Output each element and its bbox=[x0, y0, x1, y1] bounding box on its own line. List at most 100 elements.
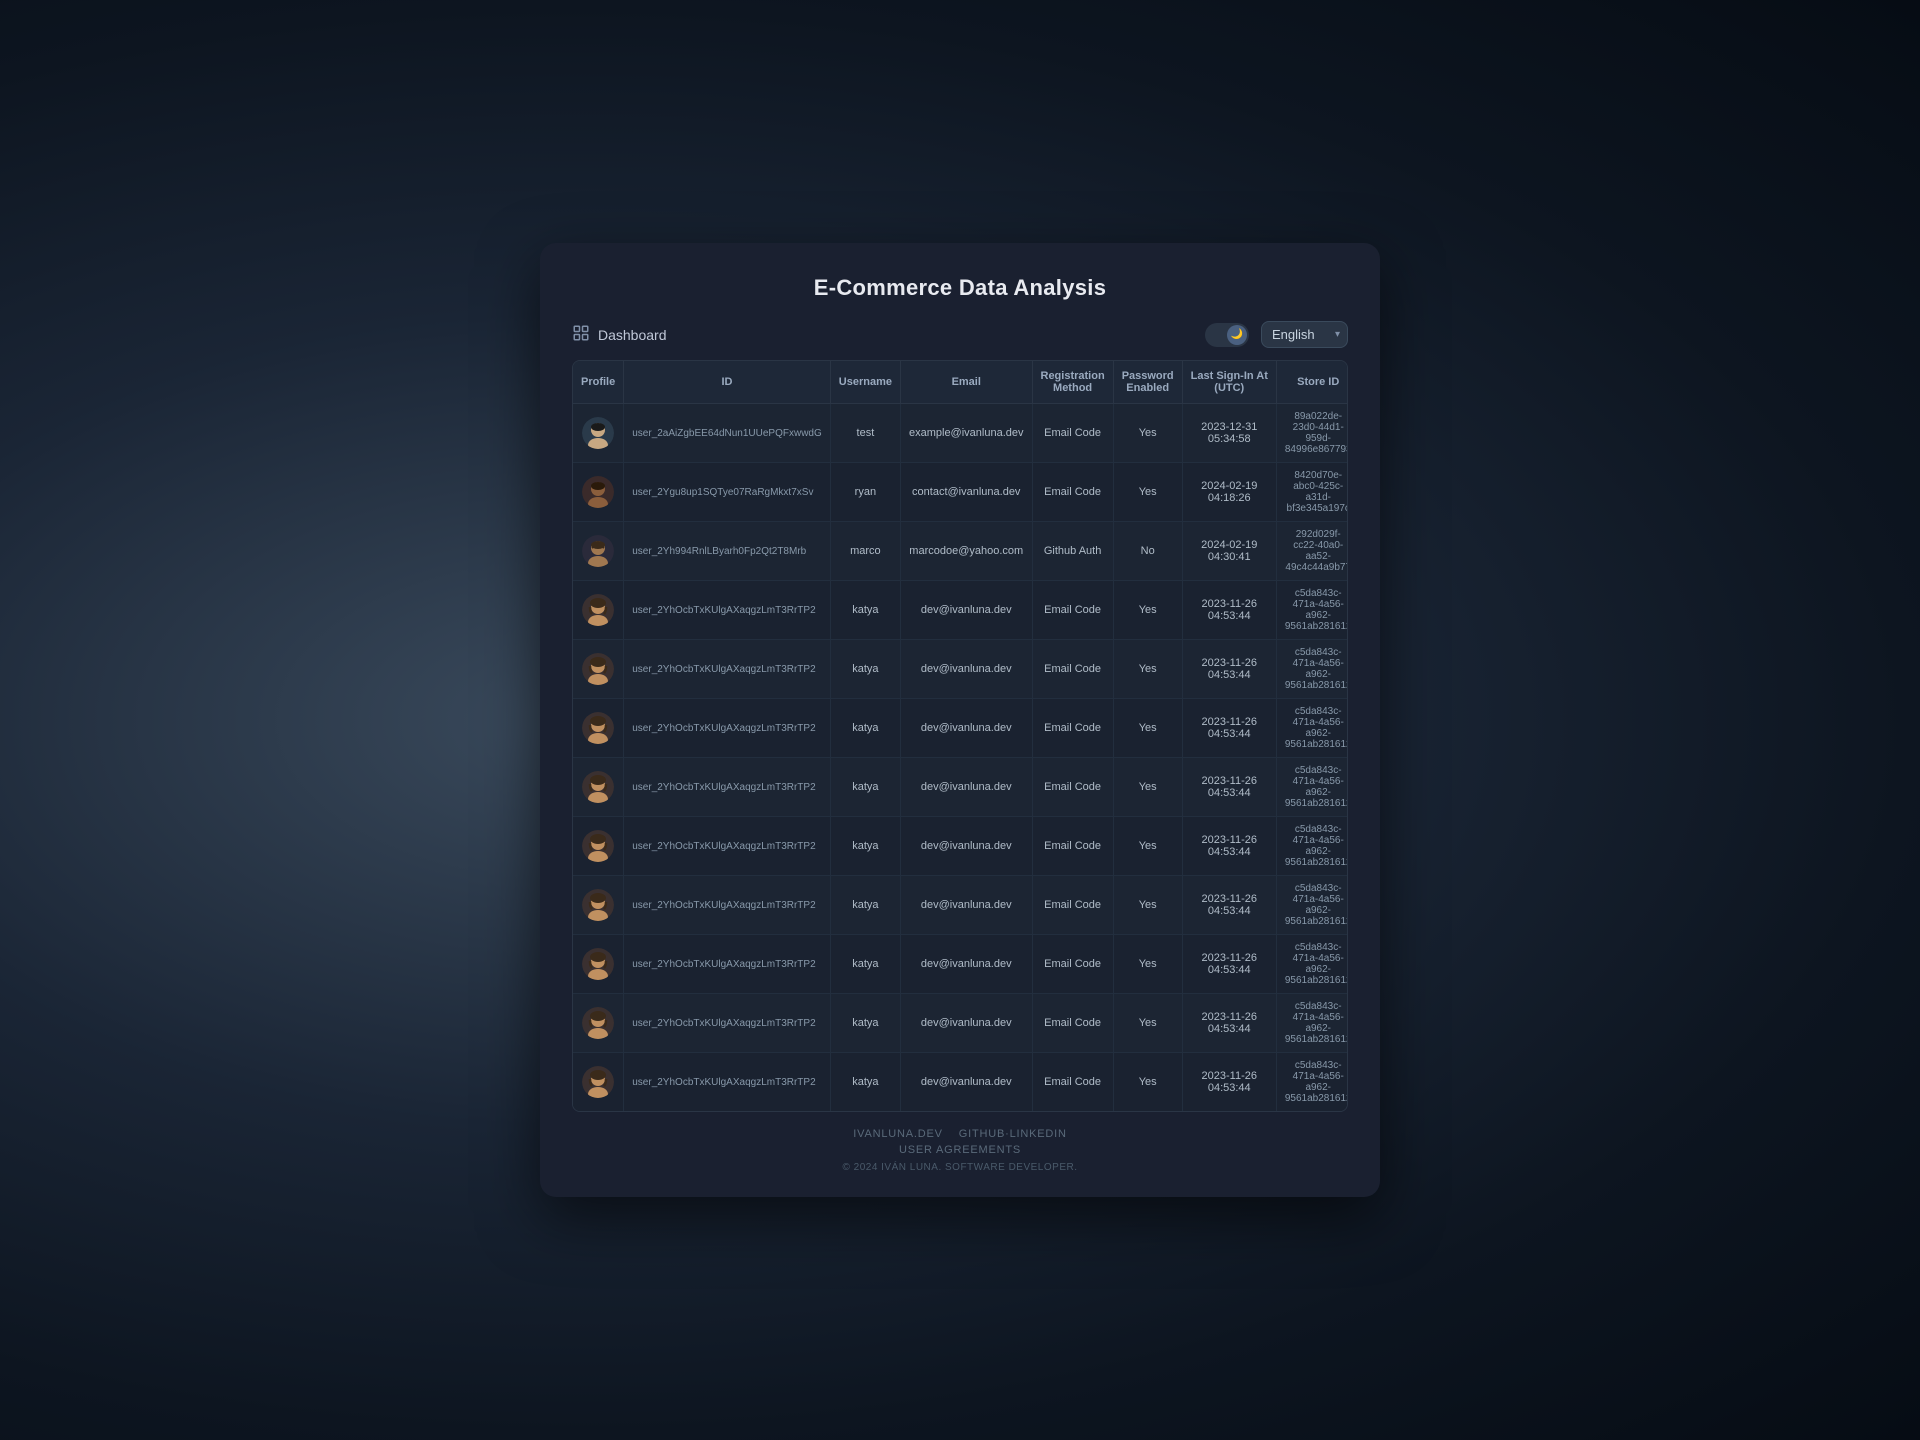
cell-email: dev@ivanluna.dev bbox=[900, 935, 1032, 994]
cell-id: user_2YhOcbTxKUlgAXaqgzLmT3RrTP2 bbox=[624, 581, 831, 640]
cell-id: user_2YhOcbTxKUlgAXaqgzLmT3RrTP2 bbox=[624, 935, 831, 994]
avatar bbox=[582, 594, 614, 626]
cell-password-enabled: No bbox=[1113, 522, 1182, 581]
col-password: PasswordEnabled bbox=[1113, 361, 1182, 404]
cell-store-id: c5da843c-471a-4a56-a962-9561ab281612 bbox=[1276, 640, 1348, 699]
cell-username: katya bbox=[830, 876, 900, 935]
cell-last-signin: 2023-11-26 04:53:44 bbox=[1182, 581, 1276, 640]
col-username: Username bbox=[830, 361, 900, 404]
data-table-wrapper: Profile ID Username Email RegistrationMe… bbox=[572, 360, 1348, 1112]
cell-username: test bbox=[830, 404, 900, 463]
cell-password-enabled: Yes bbox=[1113, 1053, 1182, 1112]
footer-link-user-agreements[interactable]: USER AGREEMENTS bbox=[899, 1144, 1021, 1156]
cell-username: ryan bbox=[830, 463, 900, 522]
cell-store-id: c5da843c-471a-4a56-a962-9561ab281612 bbox=[1276, 994, 1348, 1053]
footer-copyright: © 2024 IVÁN LUNA. SOFTWARE DEVELOPER. bbox=[572, 1162, 1348, 1173]
cell-reg-method: Email Code bbox=[1032, 994, 1113, 1053]
cell-id: user_2YhOcbTxKUlgAXaqgzLmT3RrTP2 bbox=[624, 876, 831, 935]
cell-email: example@ivanluna.dev bbox=[900, 404, 1032, 463]
cell-profile bbox=[573, 935, 624, 994]
avatar bbox=[582, 476, 614, 508]
table-row[interactable]: user_2YhOcbTxKUlgAXaqgzLmT3RrTP2 katya d… bbox=[573, 699, 1348, 758]
cell-last-signin: 2023-11-26 04:53:44 bbox=[1182, 640, 1276, 699]
table-row[interactable]: user_2YhOcbTxKUlgAXaqgzLmT3RrTP2 katya d… bbox=[573, 758, 1348, 817]
table-row[interactable]: user_2Ygu8up1SQTye07RaRgMkxt7xSv ryan co… bbox=[573, 463, 1348, 522]
cell-last-signin: 2023-11-26 04:53:44 bbox=[1182, 758, 1276, 817]
cell-last-signin: 2023-12-31 05:34:58 bbox=[1182, 404, 1276, 463]
avatar bbox=[582, 1007, 614, 1039]
language-selector-wrapper: English Spanish French ▾ bbox=[1261, 321, 1348, 348]
cell-store-id: c5da843c-471a-4a56-a962-9561ab281612 bbox=[1276, 1053, 1348, 1112]
col-reg-method: RegistrationMethod bbox=[1032, 361, 1113, 404]
footer-links: IVANLUNA.DEV GITHUB·LINKEDIN bbox=[572, 1128, 1348, 1140]
cell-reg-method: Email Code bbox=[1032, 758, 1113, 817]
cell-email: dev@ivanluna.dev bbox=[900, 581, 1032, 640]
table-row[interactable]: user_2aAiZgbEE64dNun1UUePQFxwwdG test ex… bbox=[573, 404, 1348, 463]
avatar bbox=[582, 830, 614, 862]
cell-password-enabled: Yes bbox=[1113, 640, 1182, 699]
cell-last-signin: 2023-11-26 04:53:44 bbox=[1182, 994, 1276, 1053]
cell-store-id: c5da843c-471a-4a56-a962-9561ab281612 bbox=[1276, 758, 1348, 817]
cell-password-enabled: Yes bbox=[1113, 876, 1182, 935]
cell-profile bbox=[573, 817, 624, 876]
cell-reg-method: Email Code bbox=[1032, 699, 1113, 758]
table-row[interactable]: user_2YhOcbTxKUlgAXaqgzLmT3RrTP2 katya d… bbox=[573, 581, 1348, 640]
table-row[interactable]: user_2YhOcbTxKUlgAXaqgzLmT3RrTP2 katya d… bbox=[573, 1053, 1348, 1112]
main-card: E-Commerce Data Analysis Dashboard 🌙 Eng… bbox=[540, 243, 1380, 1197]
table-row[interactable]: user_2YhOcbTxKUlgAXaqgzLmT3RrTP2 katya d… bbox=[573, 935, 1348, 994]
cell-store-id: 89a022de-23d0-44d1-959d-84996e867793 bbox=[1276, 404, 1348, 463]
cell-username: katya bbox=[830, 994, 900, 1053]
cell-id: user_2YhOcbTxKUlgAXaqgzLmT3RrTP2 bbox=[624, 640, 831, 699]
col-last-signin: Last Sign-In At(UTC) bbox=[1182, 361, 1276, 404]
dashboard-label-text: Dashboard bbox=[598, 327, 667, 343]
cell-username: katya bbox=[830, 935, 900, 994]
cell-id: user_2YhOcbTxKUlgAXaqgzLmT3RrTP2 bbox=[624, 699, 831, 758]
cell-email: contact@ivanluna.dev bbox=[900, 463, 1032, 522]
cell-profile bbox=[573, 640, 624, 699]
language-select[interactable]: English Spanish French bbox=[1261, 321, 1348, 348]
cell-email: dev@ivanluna.dev bbox=[900, 758, 1032, 817]
cell-profile bbox=[573, 404, 624, 463]
cell-email: dev@ivanluna.dev bbox=[900, 817, 1032, 876]
cell-reg-method: Email Code bbox=[1032, 1053, 1113, 1112]
cell-username: katya bbox=[830, 758, 900, 817]
avatar bbox=[582, 948, 614, 980]
cell-email: dev@ivanluna.dev bbox=[900, 1053, 1032, 1112]
cell-last-signin: 2023-11-26 04:53:44 bbox=[1182, 699, 1276, 758]
table-row[interactable]: user_2YhOcbTxKUlgAXaqgzLmT3RrTP2 katya d… bbox=[573, 876, 1348, 935]
avatar bbox=[582, 1066, 614, 1098]
cell-profile bbox=[573, 699, 624, 758]
cell-store-id: c5da843c-471a-4a56-a962-9561ab281612 bbox=[1276, 699, 1348, 758]
cell-username: katya bbox=[830, 699, 900, 758]
footer-link-github-linkedin[interactable]: GITHUB·LINKEDIN bbox=[959, 1128, 1067, 1140]
table-row[interactable]: user_2YhOcbTxKUlgAXaqgzLmT3RrTP2 katya d… bbox=[573, 817, 1348, 876]
cell-profile bbox=[573, 463, 624, 522]
table-header: Profile ID Username Email RegistrationMe… bbox=[573, 361, 1348, 404]
dark-mode-toggle[interactable]: 🌙 bbox=[1205, 323, 1249, 347]
avatar bbox=[582, 653, 614, 685]
cell-id: user_2Yh994RnlLByarh0Fp2Qt2T8Mrb bbox=[624, 522, 831, 581]
table-row[interactable]: user_2YhOcbTxKUlgAXaqgzLmT3RrTP2 katya d… bbox=[573, 640, 1348, 699]
cell-id: user_2YhOcbTxKUlgAXaqgzLmT3RrTP2 bbox=[624, 758, 831, 817]
cell-password-enabled: Yes bbox=[1113, 817, 1182, 876]
col-profile: Profile bbox=[573, 361, 624, 404]
table-row[interactable]: user_2YhOcbTxKUlgAXaqgzLmT3RrTP2 katya d… bbox=[573, 994, 1348, 1053]
cell-reg-method: Email Code bbox=[1032, 404, 1113, 463]
cell-email: dev@ivanluna.dev bbox=[900, 699, 1032, 758]
dashboard-nav[interactable]: Dashboard bbox=[572, 324, 667, 345]
cell-last-signin: 2024-02-19 04:18:26 bbox=[1182, 463, 1276, 522]
cell-username: katya bbox=[830, 581, 900, 640]
table-row[interactable]: user_2Yh994RnlLByarh0Fp2Qt2T8Mrb marco m… bbox=[573, 522, 1348, 581]
cell-password-enabled: Yes bbox=[1113, 935, 1182, 994]
cell-id: user_2YhOcbTxKUlgAXaqgzLmT3RrTP2 bbox=[624, 994, 831, 1053]
page-title: E-Commerce Data Analysis bbox=[572, 275, 1348, 301]
cell-profile bbox=[573, 758, 624, 817]
cell-store-id: c5da843c-471a-4a56-a962-9561ab281612 bbox=[1276, 876, 1348, 935]
cell-profile bbox=[573, 994, 624, 1053]
cell-id: user_2Ygu8up1SQTye07RaRgMkxt7xSv bbox=[624, 463, 831, 522]
cell-password-enabled: Yes bbox=[1113, 581, 1182, 640]
cell-last-signin: 2023-11-26 04:53:44 bbox=[1182, 935, 1276, 994]
footer-link-ivanluna[interactable]: IVANLUNA.DEV bbox=[853, 1128, 942, 1140]
cell-reg-method: Github Auth bbox=[1032, 522, 1113, 581]
cell-profile bbox=[573, 581, 624, 640]
